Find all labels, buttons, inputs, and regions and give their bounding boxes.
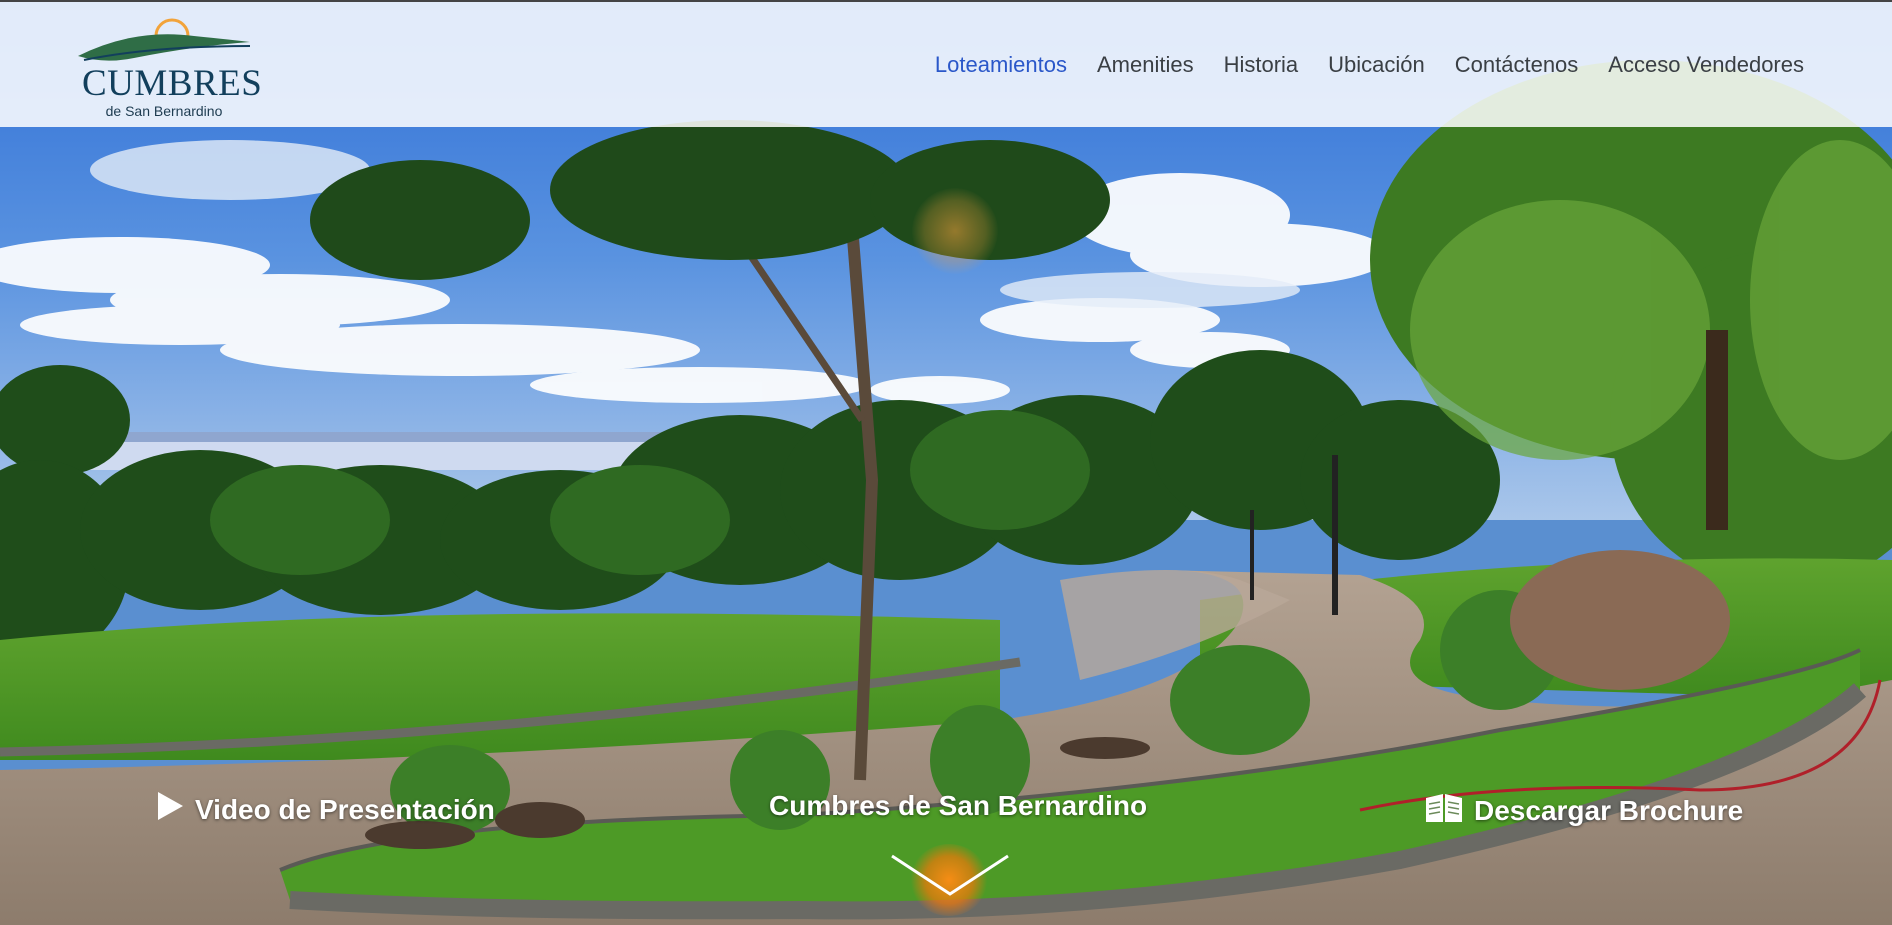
video-presentation-button[interactable]: Video de Presentación xyxy=(155,790,495,829)
nav-item-ubicacion[interactable]: Ubicación xyxy=(1328,52,1425,78)
hero-background-photo xyxy=(0,0,1892,925)
landscape-scene xyxy=(0,0,1892,925)
scroll-down-button[interactable] xyxy=(888,850,1012,900)
download-brochure-button[interactable]: Descargar Brochure xyxy=(1424,790,1743,831)
hero-title: Cumbres de San Bernardino xyxy=(769,790,1148,821)
logo-title: CUMBRES xyxy=(82,63,263,104)
nav-item-acceso-vendedores[interactable]: Acceso Vendedores xyxy=(1608,52,1804,78)
main-navigation: Loteamientos Amenities Historia Ubicació… xyxy=(935,52,1804,78)
nav-item-loteamientos[interactable]: Loteamientos xyxy=(935,52,1067,78)
video-presentation-label: Video de Presentación xyxy=(195,793,495,825)
lens-flare xyxy=(912,188,998,274)
chevron-down-icon xyxy=(891,854,1009,896)
site-header: CUMBRES de San Bernardino Loteamientos A… xyxy=(0,0,1892,127)
logo-subtitle: de San Bernardino xyxy=(105,103,223,119)
nav-item-amenities[interactable]: Amenities xyxy=(1097,52,1194,78)
brochure-icon xyxy=(1424,790,1464,831)
download-brochure-label: Descargar Brochure xyxy=(1474,794,1744,826)
site-logo[interactable]: CUMBRES de San Bernardino xyxy=(74,12,263,122)
play-icon xyxy=(155,790,185,829)
nav-item-historia[interactable]: Historia xyxy=(1224,52,1299,78)
nav-item-contactenos[interactable]: Contáctenos xyxy=(1455,52,1579,78)
